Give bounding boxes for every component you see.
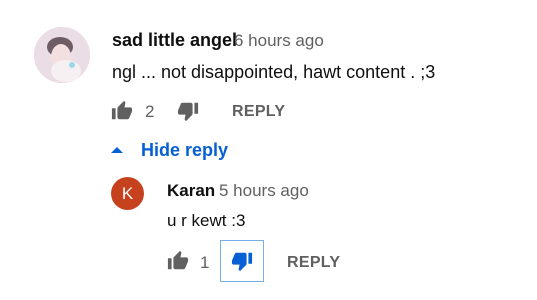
hide-reply-label: Hide reply: [141, 139, 229, 160]
hide-reply-toggle[interactable]: Hide reply: [111, 138, 228, 162]
reply-avatar[interactable]: K: [111, 177, 144, 210]
caret-up-icon: [111, 147, 123, 153]
thumbs-up-icon: [167, 250, 189, 270]
dislike-button[interactable]: [176, 99, 200, 123]
thumbs-down-icon: [231, 252, 253, 272]
reply-button[interactable]: REPLY: [232, 103, 285, 121]
reply-time[interactable]: 5 hours ago: [219, 181, 309, 201]
thumbs-up-icon: [111, 100, 133, 120]
reply-dislike-button[interactable]: [220, 240, 264, 282]
reply-author[interactable]: Karan: [167, 181, 215, 201]
reply-reply-button[interactable]: REPLY: [287, 254, 340, 272]
avatar-image: [34, 27, 90, 83]
comment-time[interactable]: 6 hours ago: [234, 31, 324, 51]
comment-author[interactable]: sad little angel: [112, 30, 237, 51]
thumbs-down-icon: [177, 102, 199, 122]
reply-text: u r kewt :3: [167, 211, 246, 230]
reply-like-button[interactable]: [166, 249, 190, 273]
comment-text: ngl ... not disappointed, hawt content .…: [112, 62, 436, 82]
like-button[interactable]: [110, 99, 134, 123]
reply-like-count: 1: [200, 253, 210, 272]
reply-avatar-letter: K: [121, 183, 134, 203]
like-count: 2: [145, 102, 155, 121]
avatar[interactable]: [34, 27, 90, 83]
